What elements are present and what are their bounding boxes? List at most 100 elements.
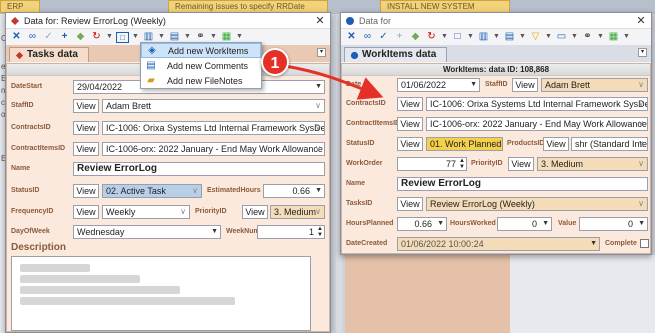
chevron-down-icon[interactable]: ▼ xyxy=(106,30,113,44)
contractitems-select[interactable]: IC-1006-orx: 2022 January - End May Work… xyxy=(102,142,325,156)
workorder-stepper[interactable]: 77 ▲ ▼ xyxy=(397,157,467,171)
weeknum-stepper[interactable]: 1 ▲ ▼ xyxy=(257,225,325,239)
contracts-view-button[interactable]: View xyxy=(73,121,99,135)
app-icon xyxy=(346,16,354,25)
new-record-menu: ◈ Add new WorkItems ▤ Add new Comments ▰… xyxy=(140,42,262,89)
menu-item-label: Add new Comments xyxy=(167,60,249,71)
binoculars-icon[interactable]: ∞ xyxy=(26,30,39,44)
chevron-down-icon[interactable]: ▼ xyxy=(441,30,448,44)
chevron-down-icon[interactable]: ▼ xyxy=(545,30,552,44)
name-row: Name Review ErrorLog xyxy=(7,160,329,178)
binoculars-icon[interactable]: ∞ xyxy=(361,30,374,44)
chevron-down-icon[interactable]: ▼ xyxy=(493,30,500,44)
frequency-view-button[interactable]: View xyxy=(73,205,99,219)
tasks-select[interactable]: Review ErrorLog (Weekly) xyxy=(426,197,648,211)
staff-view-button[interactable]: View xyxy=(512,78,538,92)
blurred-text-line xyxy=(20,286,180,294)
status-select[interactable]: 01. Work Planned xyxy=(426,137,503,151)
eraser-icon[interactable]: ◆ xyxy=(74,30,87,44)
chevron-down-icon[interactable]: ▼ xyxy=(467,30,474,44)
field-label: HoursWorked xyxy=(450,220,496,227)
description-textarea[interactable] xyxy=(11,256,311,331)
refresh-icon[interactable]: ↻ xyxy=(90,30,103,44)
filter-icon[interactable]: ▽ xyxy=(529,30,542,44)
tasks-window-titlebar[interactable]: Data for: Review ErrorLog (Weekly) ✕ xyxy=(6,13,330,29)
status-view-button[interactable]: View xyxy=(397,137,423,151)
chevron-down-icon[interactable]: ▼ xyxy=(132,30,139,44)
delete-icon[interactable]: ✕ xyxy=(345,30,358,44)
add-icon[interactable]: + xyxy=(393,30,406,44)
status-view-button[interactable]: View xyxy=(73,184,99,198)
workitems-form: WorkItems: data ID: 108,868 Date 01/06/2… xyxy=(341,63,651,254)
chevron-down-icon[interactable]: ▼ xyxy=(597,30,604,44)
print-icon[interactable]: ▭ xyxy=(555,30,568,44)
menu-item-add-workitems[interactable]: ◈ Add new WorkItems xyxy=(141,43,261,58)
close-icon[interactable]: ✕ xyxy=(310,14,330,27)
status-select[interactable]: 02. Active Task xyxy=(102,184,202,198)
staff-select[interactable]: Adam Brett xyxy=(541,78,648,92)
field-label: StatusID xyxy=(11,187,40,194)
frequency-select[interactable]: Weekly xyxy=(102,205,190,219)
spinner-icon[interactable]: ▲ ▼ xyxy=(317,226,323,238)
contractitemsid-row: ContractItemsID View IC-1006-orx: 2022 J… xyxy=(342,115,650,133)
staffid-row: StaffID View Adam Brett xyxy=(7,97,329,115)
tasks-view-button[interactable]: View xyxy=(397,197,423,211)
priority-view-button[interactable]: View xyxy=(242,205,268,219)
products-view-button[interactable]: View xyxy=(543,137,569,151)
contractsid-row: ContractsID View IC-1006: Orixa Systems … xyxy=(342,95,650,113)
date-field[interactable]: 01/06/2022 xyxy=(397,78,480,92)
form-icon[interactable]: ▤ xyxy=(503,30,516,44)
contractitems-view-button[interactable]: View xyxy=(73,142,99,156)
staff-select[interactable]: Adam Brett xyxy=(102,99,325,113)
add-icon[interactable]: + xyxy=(58,30,71,44)
field-label: StaffID xyxy=(11,102,34,109)
priority-select[interactable]: 3. Medium xyxy=(537,157,648,171)
date-row: Date 01/06/2022 StaffID View Adam Brett xyxy=(342,76,650,94)
complete-checkbox[interactable] xyxy=(640,239,649,248)
delete-icon[interactable]: ✕ xyxy=(10,30,23,44)
close-icon[interactable]: ✕ xyxy=(631,14,651,27)
tasks-icon xyxy=(15,51,24,59)
spinner-icon[interactable]: ▲ ▼ xyxy=(459,158,465,170)
hours-worked-field[interactable]: 0 xyxy=(497,217,552,231)
contractitems-select[interactable]: IC-1006-orx: 2022 January - End May Work… xyxy=(426,117,648,131)
menu-item-add-filenotes[interactable]: ▰ Add new FileNotes xyxy=(141,73,261,88)
contracts-select[interactable]: IC-1006: Orixa Systems Ltd Internal Fram… xyxy=(102,121,325,135)
estimated-hours-field[interactable]: 0.66 xyxy=(263,184,325,198)
refresh-icon[interactable]: ↻ xyxy=(425,30,438,44)
pin-icon[interactable]: ▾ xyxy=(317,48,326,57)
name-input[interactable]: Review ErrorLog xyxy=(397,177,648,191)
menu-item-add-comments[interactable]: ▤ Add new Comments xyxy=(141,58,261,73)
products-select[interactable]: shr (Standard Interna xyxy=(571,137,648,151)
blurred-text-line xyxy=(20,264,90,272)
pin-icon[interactable]: ▾ xyxy=(638,48,647,57)
value-field[interactable]: 0 xyxy=(579,217,648,231)
dayofweek-select[interactable]: Wednesday xyxy=(73,225,221,239)
datecreated-field[interactable]: 01/06/2022 10:00:24 xyxy=(397,237,600,251)
hours-planned-field[interactable]: 0.66 xyxy=(397,217,447,231)
tab-tasks-data[interactable]: Tasks data xyxy=(9,47,89,62)
staff-view-button[interactable]: View xyxy=(73,99,99,113)
chevron-down-icon[interactable]: ▼ xyxy=(623,30,630,44)
grid-icon[interactable]: ▥ xyxy=(477,30,490,44)
export-icon[interactable]: ▦ xyxy=(607,30,620,44)
contracts-view-button[interactable]: View xyxy=(397,97,423,111)
check-icon[interactable]: ✓ xyxy=(377,30,390,44)
workitems-window-titlebar[interactable]: Data for ✕ xyxy=(341,13,651,29)
eraser-icon[interactable]: ◆ xyxy=(409,30,422,44)
tab-workitems-data[interactable]: WorkItems data xyxy=(344,47,448,62)
name-input[interactable]: Review ErrorLog xyxy=(73,162,325,176)
link-icon[interactable]: ⚭ xyxy=(581,30,594,44)
contracts-select[interactable]: IC-1006: Orixa Systems Ltd Internal Fram… xyxy=(426,97,648,111)
priority-select[interactable]: 3. Medium xyxy=(270,205,325,219)
check-icon[interactable]: ✓ xyxy=(42,30,55,44)
chevron-down-icon[interactable]: ▼ xyxy=(571,30,578,44)
field-label: ContractsID xyxy=(346,100,386,107)
new-document-icon[interactable]: □ xyxy=(451,30,464,44)
priority-view-button[interactable]: View xyxy=(508,157,534,171)
chevron-down-icon[interactable]: ▼ xyxy=(519,30,526,44)
description-label: Description xyxy=(11,242,67,253)
contractitems-view-button[interactable]: View xyxy=(397,117,423,131)
workorder-value: 77 xyxy=(445,159,456,169)
new-document-icon[interactable]: □ xyxy=(116,31,129,43)
